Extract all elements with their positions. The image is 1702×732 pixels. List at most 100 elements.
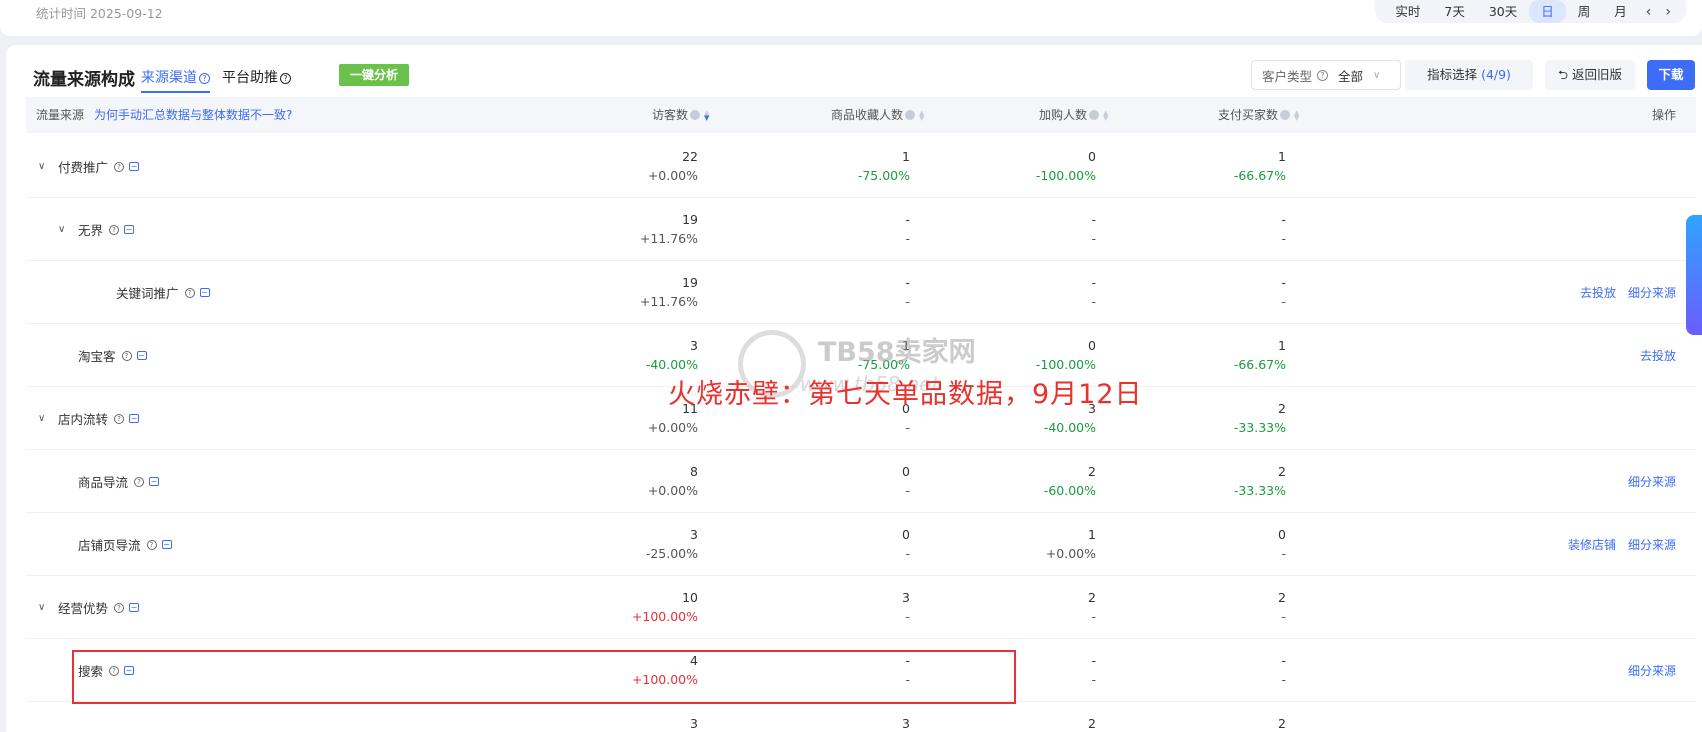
row-source-name: 淘宝客? −	[78, 324, 147, 387]
metric-value: 1	[1278, 338, 1286, 353]
metric-value: 3	[690, 338, 698, 353]
tab-source-label: 来源渠道	[141, 70, 197, 86]
header-cart[interactable]: 加购人数 ▲ ▼	[1039, 97, 1111, 133]
back-to-old-button[interactable]: ⮌ 返回旧版	[1545, 60, 1635, 90]
sort-icon[interactable]: ▲ ▼	[1294, 110, 1302, 122]
period-realtime[interactable]: 实时	[1383, 0, 1432, 23]
row-actions: 去投放 细分来源	[1568, 261, 1676, 324]
metric-change: -	[905, 294, 910, 309]
header-cart-label: 加购人数	[1039, 108, 1088, 122]
period-7d[interactable]: 7天	[1432, 0, 1476, 23]
metric-value: 19	[682, 275, 698, 290]
metric-select-button[interactable]: 指标选择 (4/9)	[1405, 60, 1533, 90]
period-30d[interactable]: 30天	[1477, 0, 1529, 23]
row-action-link[interactable]: 装修店铺	[1568, 536, 1616, 553]
collapse-icon[interactable]: −	[199, 288, 210, 297]
metric-cell: 3 -25.00%	[538, 525, 698, 563]
metric-cell: --	[1126, 210, 1286, 248]
row-action-link[interactable]: 细分来源	[1628, 662, 1676, 679]
collapse-icon[interactable]: −	[129, 414, 140, 423]
period-week[interactable]: 周	[1566, 0, 1603, 23]
metric-cell: 2 -33.33%	[1126, 462, 1286, 500]
one-click-analysis-button[interactable]: 一键分析	[339, 64, 409, 86]
chevron-right-icon[interactable]: ›	[1658, 4, 1678, 20]
tab-platform-boost[interactable]: 平台助推?	[222, 67, 291, 87]
source-label: 店内流转	[58, 412, 109, 427]
collapse-icon[interactable]: −	[149, 477, 160, 486]
sort-icon[interactable]: ▲ ▼	[704, 110, 712, 122]
metric-change: -75.00%	[857, 168, 910, 183]
collapse-icon[interactable]: −	[129, 603, 140, 612]
customer-type-label: 客户类型	[1262, 68, 1313, 84]
row-action-link[interactable]: 细分来源	[1628, 536, 1676, 553]
table-row: ∨ 经营优势? −10 +100.00% 3-2-2-	[26, 576, 1696, 639]
metric-value: 0	[1088, 149, 1096, 164]
help-icon: ?	[199, 73, 210, 84]
row-actions: 细分来源	[1616, 450, 1676, 513]
tab-source-channel[interactable]: 来源渠道?	[141, 67, 210, 93]
metric-change: +100.00%	[631, 609, 698, 624]
period-month[interactable]: 月	[1602, 0, 1639, 23]
metric-cell: 22 +0.00%	[538, 147, 698, 185]
row-action-link[interactable]: 去投放	[1580, 284, 1616, 301]
expand-caret-icon[interactable]: ∨	[38, 602, 52, 613]
period-day[interactable]: 日	[1529, 0, 1566, 23]
metric-value: -	[1091, 275, 1096, 290]
expand-caret-icon[interactable]: ∨	[38, 413, 52, 424]
metric-cell: --	[1126, 651, 1286, 689]
source-label: 无界	[78, 223, 104, 238]
metric-value: 0	[902, 527, 910, 542]
metric-change: -	[1091, 609, 1096, 624]
row-source-name: 店铺页导流? −	[78, 513, 172, 576]
metric-cell: 2-	[936, 588, 1096, 626]
expand-caret-icon[interactable]: ∨	[58, 224, 72, 235]
metric-value: -	[905, 212, 910, 227]
metric-cell: 1 -75.00%	[750, 147, 910, 185]
highlight-box	[72, 650, 1016, 704]
header-visitors-label: 访客数	[652, 108, 689, 122]
metric-change: +11.76%	[639, 231, 698, 246]
metric-value: 1	[902, 149, 910, 164]
sort-icon[interactable]: ▲ ▼	[1103, 110, 1111, 122]
metric-change: -	[1281, 609, 1286, 624]
collapse-icon[interactable]: −	[129, 162, 140, 171]
metric-cell: 0-	[750, 525, 910, 563]
metric-value: -	[1281, 212, 1286, 227]
header-visitors[interactable]: 访客数 ▲ ▼	[652, 97, 712, 133]
metric-value: 1	[1088, 527, 1096, 542]
row-action-link[interactable]: 细分来源	[1628, 284, 1676, 301]
metric-cell: 19 +11.76%	[538, 273, 698, 311]
customer-type-value: 全部	[1338, 68, 1364, 84]
metric-change: -	[905, 483, 910, 498]
metric-value: 22	[682, 149, 698, 164]
download-button[interactable]: 下载	[1647, 60, 1695, 90]
metric-count: (4/9)	[1481, 67, 1511, 82]
expand-caret-icon[interactable]: ∨	[38, 161, 52, 172]
collapse-icon[interactable]: −	[124, 225, 135, 234]
chevron-left-icon[interactable]: ‹	[1639, 4, 1659, 20]
source-label: 经营优势	[58, 601, 109, 616]
header-favorites[interactable]: 商品收藏人数 ▲ ▼	[831, 97, 927, 133]
sort-icon[interactable]: ▲ ▼	[919, 110, 927, 122]
table-row: ∨ 付费推广? − 22 +0.00% 1 -75.00% 0 -100.00% 1 -66.67%	[26, 135, 1696, 198]
header-buyers-label: 支付买家数	[1218, 108, 1279, 122]
collapse-icon[interactable]: −	[161, 540, 172, 549]
header-buyers[interactable]: 支付买家数 ▲ ▼	[1218, 97, 1302, 133]
row-action-link[interactable]: 细分来源	[1628, 473, 1676, 490]
watermark-text: TB58卖家网	[818, 337, 976, 368]
data-mismatch-hint-link[interactable]: 为何手动汇总数据与整体数据不一致?	[94, 108, 292, 122]
row-action-link[interactable]: 去投放	[1640, 347, 1676, 364]
row-source-name: ∨ 付费推广? −	[38, 135, 140, 198]
customer-type-select[interactable]: 客户类型 ? 全部 ∨	[1251, 60, 1401, 90]
source-label: 关键词推广	[116, 286, 179, 301]
metric-change: -25.00%	[645, 546, 698, 561]
row-source-name: ∨ 无界? −	[58, 198, 135, 261]
side-floating-tab[interactable]	[1686, 215, 1702, 335]
row-actions: 去投放	[1628, 324, 1676, 387]
metric-cell: 2-	[1126, 588, 1286, 626]
metric-label: 指标选择	[1427, 67, 1478, 82]
metric-change: -40.00%	[1043, 420, 1096, 435]
metric-change: -66.67%	[1233, 357, 1286, 372]
collapse-icon[interactable]: −	[136, 351, 147, 360]
metric-cell: 3	[750, 714, 910, 732]
